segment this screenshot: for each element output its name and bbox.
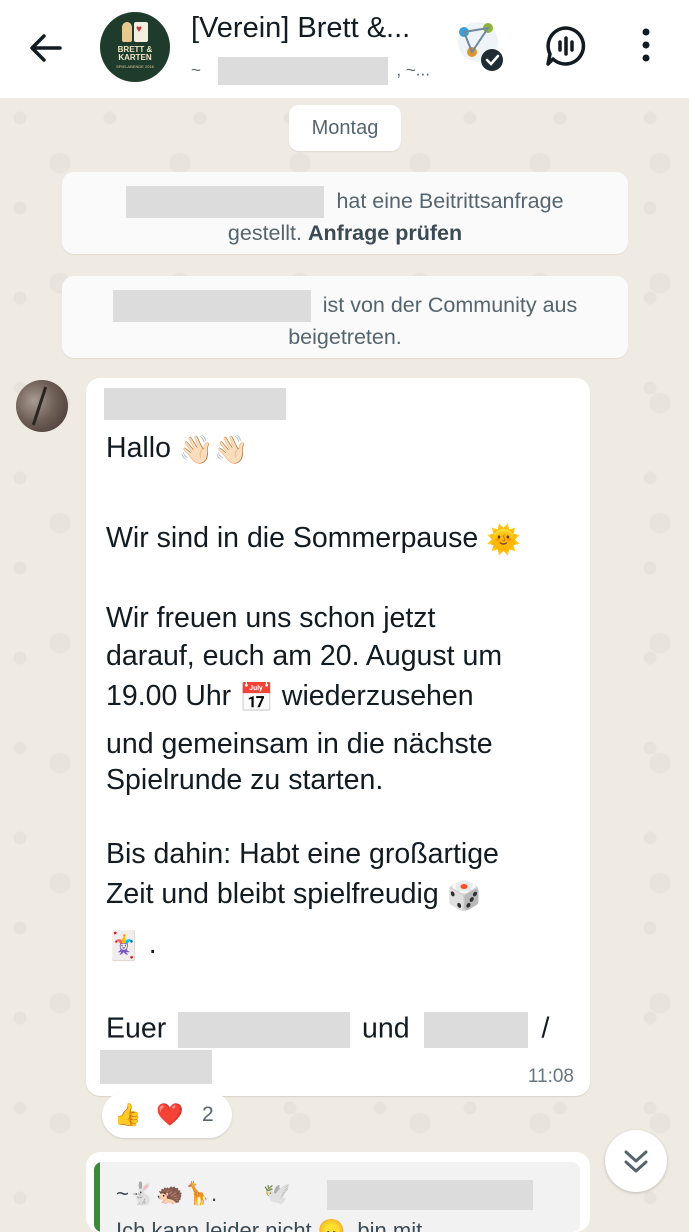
message-text: Bis dahin: Habt eine großartige <box>106 838 499 870</box>
redacted-name <box>423 1012 528 1048</box>
message-line: Euer und / <box>106 1012 549 1048</box>
calendar-emoji: 📅 <box>239 681 274 713</box>
redacted-name <box>126 186 325 219</box>
community-icon[interactable] <box>452 18 506 74</box>
message-line: 19.00 Uhr 📅 wiederzusehen <box>106 680 474 714</box>
message-bubble[interactable]: Hallo 👋🏻👋🏻 Wir sind in die Sommerpause 🌞… <box>86 378 590 1096</box>
avatar-small-text: SPIELABENDE 2016 <box>116 64 154 69</box>
message-text: wiederzusehen <box>281 680 474 712</box>
chat-header: BRETT & KARTEN SPIELABENDE 2016 [Verein]… <box>0 0 689 98</box>
date-chip: Montag <box>289 105 401 151</box>
joker-card-emoji: 🃏 <box>106 929 141 961</box>
quote-bar <box>94 1162 100 1232</box>
message-text: 19.00 Uhr <box>106 680 232 712</box>
avatar-text: BRETT & KARTEN <box>117 45 153 62</box>
system-text: beigetreten. <box>288 325 402 350</box>
message-text: Wir freuen uns schon jetzt <box>106 602 436 634</box>
sender-avatar[interactable] <box>16 380 68 432</box>
system-text: gestellt. <box>227 221 303 246</box>
thumbs-up-icon: 👍 <box>114 1102 142 1127</box>
redacted-sender-name <box>104 388 286 420</box>
message-line: Hallo 👋🏻👋🏻 <box>106 432 249 466</box>
message-text: Spielrunde zu starten. <box>106 764 384 796</box>
group-members[interactable]: ~ , ~... <box>191 57 430 85</box>
message-reactions[interactable]: 👍 ❤️ 2 <box>102 1092 232 1138</box>
message-text: . <box>148 928 157 960</box>
quote-author: ~🐇🦔🦒. 🕊️ <box>116 1180 533 1210</box>
dove-emoji: 🕊️ <box>263 1180 291 1206</box>
voice-chat-icon[interactable] <box>544 24 588 68</box>
system-text: ist von der Community aus <box>322 293 578 317</box>
waving-hands-emoji: 👋🏻👋🏻 <box>178 433 249 465</box>
playing-card-icon <box>134 22 148 42</box>
quote-text: Ich kann leider nicht 😞, bin mit <box>116 1218 423 1232</box>
message-text: Zeit und bleibt spielfreudig <box>106 878 439 910</box>
members-suffix: , ~... <box>396 60 430 80</box>
message-timestamp: 11:08 <box>527 1066 574 1087</box>
redacted-name <box>100 1050 212 1084</box>
system-message-joined: ist von der Community aus beigetreten. <box>62 276 628 358</box>
message-text: und <box>362 1012 410 1045</box>
message-text: und gemeinsam in die nächste <box>106 728 493 760</box>
redacted-name <box>217 57 388 85</box>
message-text: Euer <box>106 1012 167 1045</box>
message-line: Wir sind in die Sommerpause 🌞 <box>106 522 521 556</box>
redacted-name <box>112 290 311 323</box>
members-prefix: ~ <box>191 60 201 80</box>
quote-author-name: ~🐇🦔🦒. <box>116 1180 218 1206</box>
back-arrow-icon[interactable] <box>26 28 66 68</box>
message-text: darauf, euch am 20. August um <box>106 640 503 672</box>
message-text: / <box>541 1012 550 1045</box>
group-avatar[interactable]: BRETT & KARTEN SPIELABENDE 2016 <box>100 12 170 82</box>
redacted-name <box>178 1012 351 1048</box>
group-title[interactable]: [Verein] Brett &... <box>191 12 431 45</box>
scroll-to-bottom-button[interactable] <box>605 1130 667 1192</box>
review-request-link[interactable]: Anfrage prüfen <box>308 221 462 245</box>
sun-emoji: 🌞 <box>486 523 522 555</box>
more-options-icon[interactable] <box>634 26 658 66</box>
redacted-name <box>326 1180 533 1210</box>
system-message-join-request: hat eine Beitrittsanfrage gestellt. Anfr… <box>62 172 628 254</box>
pawn-icon <box>122 22 132 42</box>
double-chevron-down-icon <box>624 1150 648 1173</box>
reaction-count: 2 <box>202 1103 214 1126</box>
heart-icon: ❤️ <box>156 1102 184 1127</box>
message-text: Hallo <box>106 432 171 464</box>
message-text: Wir sind in die Sommerpause <box>106 522 479 554</box>
message-line: 🃏 . <box>106 928 157 962</box>
message-line: Zeit und bleibt spielfreudig 🎲 <box>106 878 482 912</box>
dice-emoji: 🎲 <box>446 879 482 911</box>
system-text: hat eine Beitrittsanfrage <box>336 189 564 213</box>
next-message-bubble[interactable]: ~🐇🦔🦒. 🕊️ Ich kann leider nicht 😞, bin mi… <box>86 1152 590 1232</box>
quoted-message[interactable]: ~🐇🦔🦒. 🕊️ Ich kann leider nicht 😞, bin mi… <box>94 1162 580 1232</box>
